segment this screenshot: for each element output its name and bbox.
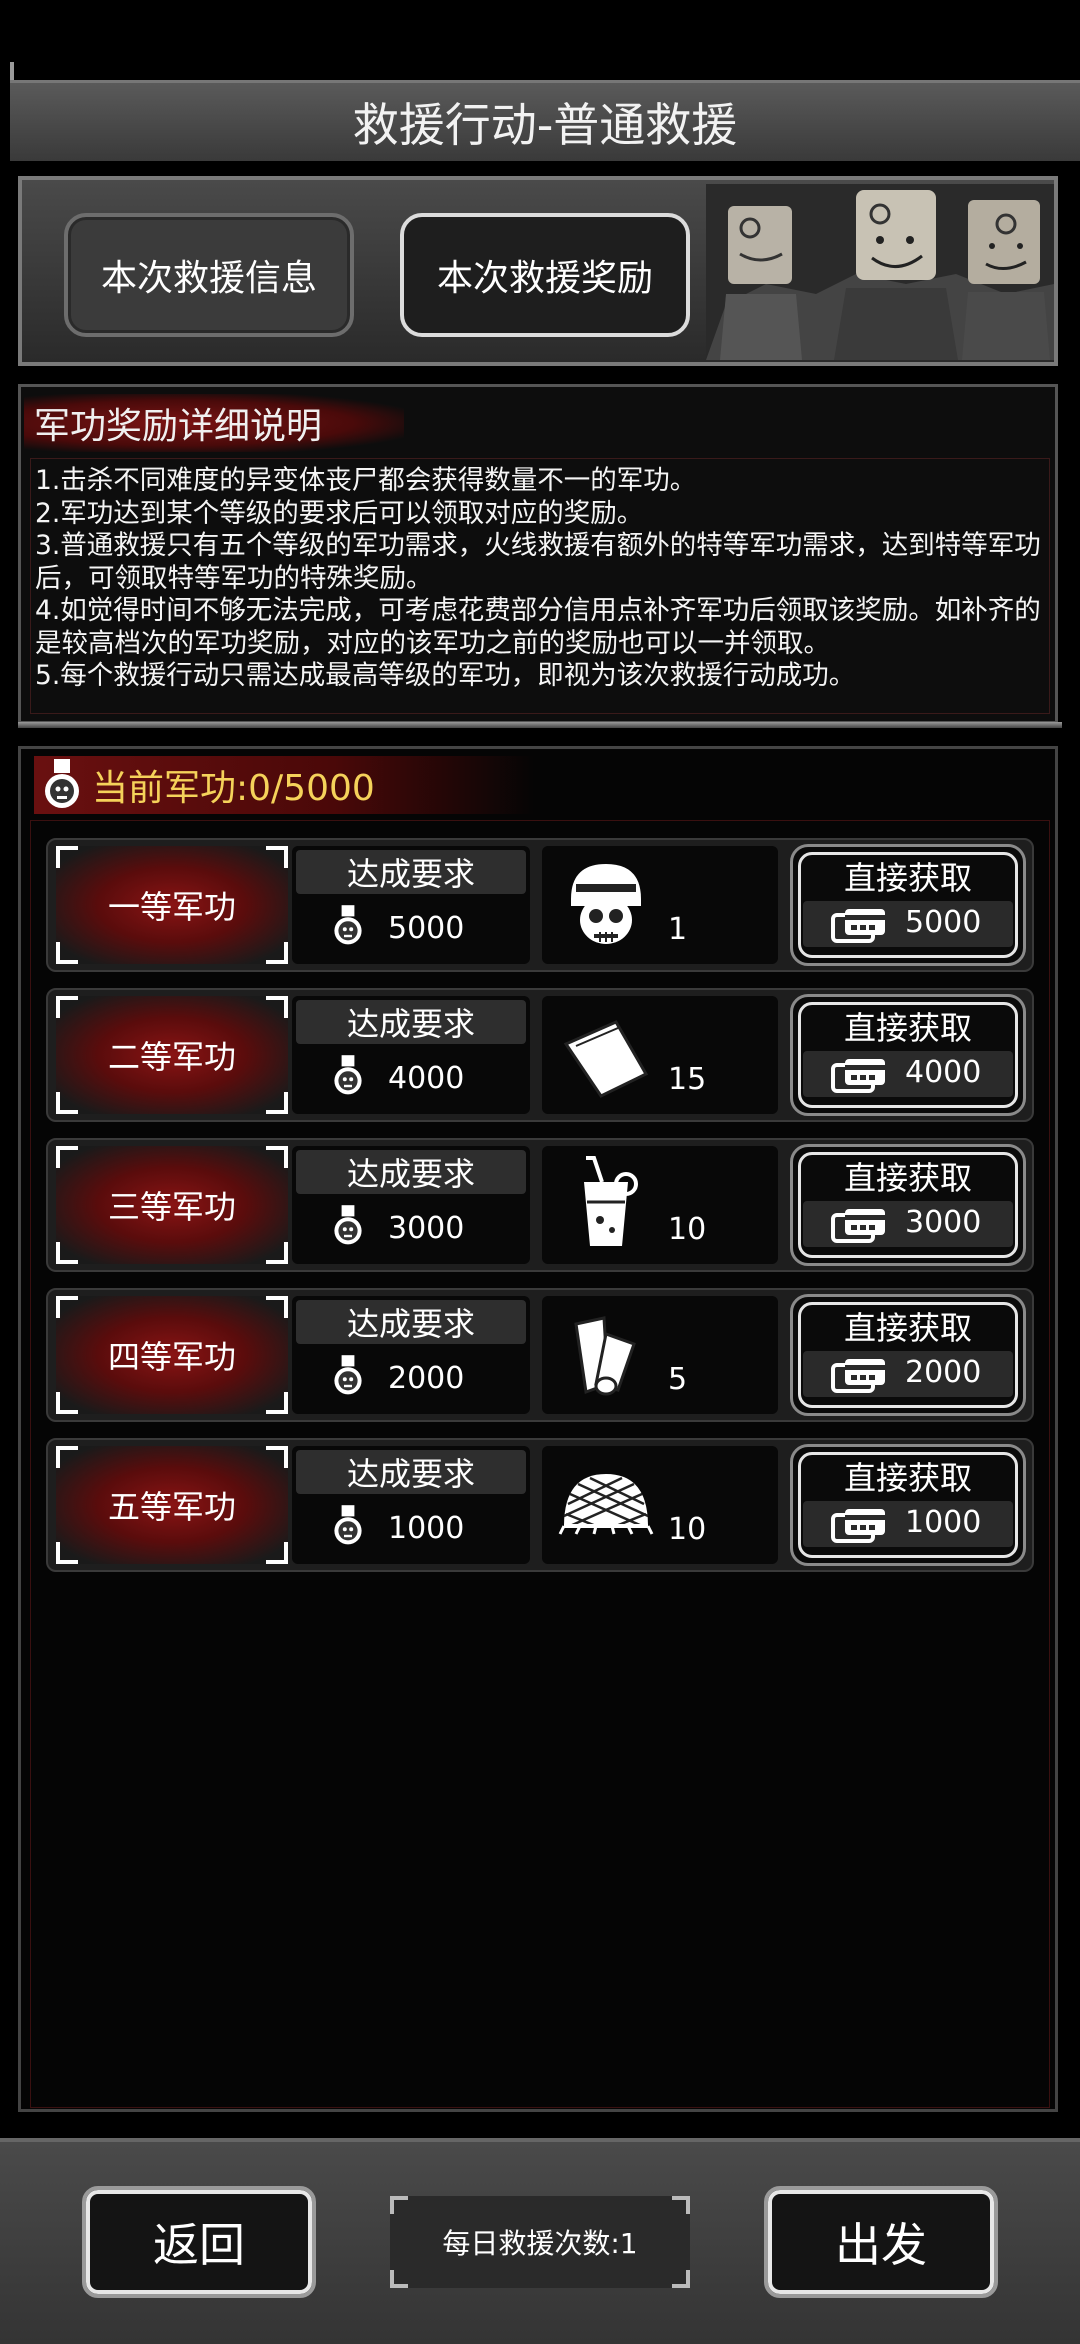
requirement-box: 达成要求 3000 [292, 1146, 530, 1264]
merit-row: 二等军功 达成要求 4000 15 直接获取 4000 [46, 988, 1034, 1122]
daily-rescue-count-label: 每日救援次数:1 [442, 2227, 638, 2260]
bag-head-characters-art [706, 184, 1054, 360]
requirement-box: 达成要求 4000 [292, 996, 530, 1114]
merit-medal-icon [332, 904, 364, 952]
credit-card-icon [831, 1207, 889, 1247]
direct-obtain-label: 直接获取 [843, 1459, 972, 1497]
depart-button[interactable]: 出发 [764, 2186, 998, 2298]
rank-badge: 二等军功 [56, 996, 288, 1114]
rank-label: 三等军功 [107, 1188, 236, 1226]
requirement-value: 4000 [388, 1061, 465, 1096]
rank-badge: 一等军功 [56, 846, 288, 964]
direct-obtain-label: 直接获取 [843, 1009, 972, 1047]
merit-medal-icon [45, 759, 79, 808]
price-value: 4000 [905, 1055, 982, 1090]
daily-rescue-count: 每日救援次数:1 [390, 2196, 690, 2288]
current-merit-text: 当前军功:0/5000 [92, 768, 375, 809]
description-line: 2.军功达到某个等级的要求后可以领取对应的奖励。 [35, 497, 644, 529]
merit-medal-icon [332, 1054, 364, 1102]
back-button[interactable]: 返回 [82, 2186, 316, 2298]
helmet-skull-icon [556, 854, 656, 954]
rank-badge: 四等军功 [56, 1296, 288, 1414]
description-line: 5.每个救援行动只需达成最高等级的军功，即视为该次救援行动成功。 [35, 660, 856, 691]
requirement-label: 达成要求 [296, 1450, 526, 1494]
direct-obtain-label: 直接获取 [843, 1159, 972, 1197]
reward-item[interactable]: 5 [542, 1296, 778, 1414]
price-box: 4000 [803, 1051, 1013, 1097]
rank-label: 四等军功 [107, 1338, 236, 1376]
direct-obtain-button[interactable]: 直接获取 2000 [790, 1294, 1026, 1416]
divider [18, 722, 1062, 728]
bandage-roll-icon [556, 1304, 656, 1404]
description-line: 4.如觉得时间不够无法完成，可考虑花费部分信用点补齐军功后领取该奖励。如补齐的是… [35, 595, 1041, 659]
tab-rescue-info[interactable]: 本次救援信息 [64, 213, 354, 337]
merit-row: 四等军功 达成要求 2000 5 直接获取 2000 [46, 1288, 1034, 1422]
price-value: 3000 [905, 1205, 982, 1240]
requirement-value: 2000 [388, 1361, 465, 1396]
direct-obtain-label: 直接获取 [843, 1309, 972, 1347]
reward-item[interactable]: 15 [542, 996, 778, 1114]
reward-quantity: 10 [668, 1512, 707, 1547]
reward-item[interactable]: 10 [542, 1446, 778, 1564]
drink-cup-icon [556, 1154, 656, 1254]
requirement-label: 达成要求 [296, 1000, 526, 1044]
direct-obtain-button[interactable]: 直接获取 1000 [790, 1444, 1026, 1566]
requirement-value: 3000 [388, 1211, 465, 1246]
rank-badge: 三等军功 [56, 1146, 288, 1264]
reward-item[interactable]: 1 [542, 846, 778, 964]
rank-badge: 五等军功 [56, 1446, 288, 1564]
rank-label: 一等军功 [107, 888, 236, 926]
credit-card-icon [831, 1357, 889, 1397]
rank-label: 二等军功 [107, 1038, 236, 1076]
description-heading: 军功奖励详细说明 [24, 394, 404, 452]
reward-quantity: 1 [668, 912, 688, 947]
price-value: 1000 [905, 1505, 982, 1540]
merit-row: 三等军功 达成要求 3000 10 直接获取 3000 [46, 1138, 1034, 1272]
rank-label: 五等军功 [107, 1488, 236, 1526]
reward-quantity: 5 [668, 1362, 688, 1397]
direct-obtain-button[interactable]: 直接获取 5000 [790, 844, 1026, 966]
requirement-label: 达成要求 [296, 850, 526, 894]
credit-card-icon [831, 907, 889, 947]
merit-row: 一等军功 达成要求 5000 1 直接获取 5000 [46, 838, 1034, 972]
credit-card-icon [831, 1057, 889, 1097]
direct-obtain-label: 直接获取 [843, 859, 972, 897]
current-merit-bar: 当前军功:0/5000 [34, 756, 534, 814]
tab-rescue-reward[interactable]: 本次救援奖励 [400, 213, 690, 337]
merit-medal-icon [332, 1204, 364, 1252]
merit-row: 五等军功 达成要求 1000 10 直接获取 1000 [46, 1438, 1034, 1572]
requirement-value: 1000 [388, 1511, 465, 1546]
direct-obtain-button[interactable]: 直接获取 3000 [790, 1144, 1026, 1266]
price-value: 2000 [905, 1355, 982, 1390]
reward-quantity: 15 [668, 1062, 707, 1097]
price-box: 5000 [803, 901, 1013, 947]
requirement-label: 达成要求 [296, 1150, 526, 1194]
price-value: 5000 [905, 905, 982, 940]
helmet-net-icon [556, 1454, 656, 1554]
merit-medal-icon [332, 1504, 364, 1552]
price-box: 2000 [803, 1351, 1013, 1397]
direct-obtain-button[interactable]: 直接获取 4000 [790, 994, 1026, 1116]
requirement-box: 达成要求 5000 [292, 846, 530, 964]
reward-quantity: 10 [668, 1212, 707, 1247]
requirement-box: 达成要求 2000 [292, 1296, 530, 1414]
bandage-cloth-icon [556, 1004, 656, 1104]
merit-medal-icon [332, 1354, 364, 1402]
price-box: 1000 [803, 1501, 1013, 1547]
reward-item[interactable]: 10 [542, 1146, 778, 1264]
page-title: 救援行动-普通救援 [10, 80, 1080, 161]
description-text: 1.击杀不同难度的异变体丧尸都会获得数量不一的军功。 2.军功达到某个等级的要求… [30, 458, 1050, 714]
requirement-label: 达成要求 [296, 1300, 526, 1344]
requirement-box: 达成要求 1000 [292, 1446, 530, 1564]
price-box: 3000 [803, 1201, 1013, 1247]
requirement-value: 5000 [388, 911, 465, 946]
credit-card-icon [831, 1507, 889, 1547]
description-line: 1.击杀不同难度的异变体丧尸都会获得数量不一的军功。 [35, 465, 697, 496]
description-line: 3.普通救援只有五个等级的军功需求，火线救援有额外的特等军功需求，达到特等军功后… [35, 530, 1041, 594]
